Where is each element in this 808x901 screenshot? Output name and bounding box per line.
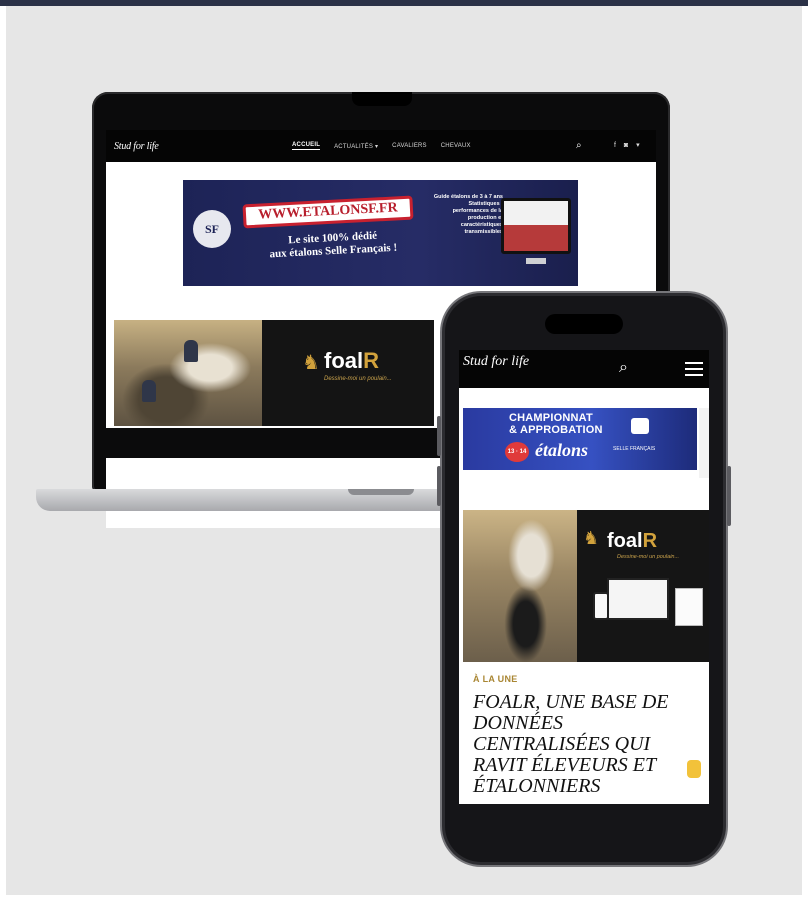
phone-navbar: Stud for life ⌕ (459, 350, 709, 388)
social-icons[interactable]: f ◙ ▾ (614, 141, 643, 149)
foalr-panel: ♞ foalR Dessine-moi un poulain... (577, 510, 709, 662)
devices-illustration (593, 574, 703, 638)
nav-item-accueil[interactable]: ACCUEIL (292, 142, 321, 150)
foalr-subtitle: Dessine-moi un poulain... (324, 376, 392, 382)
dynamic-island (545, 314, 623, 334)
foalr-logo: foalR (324, 348, 380, 373)
monitor-illustration (501, 198, 571, 254)
nav-item-actualites[interactable]: ACTUALITÉS ▾ (334, 143, 378, 150)
monitor-stand (526, 258, 546, 264)
sf-logo-icon (631, 418, 649, 434)
lock-icon (687, 760, 701, 778)
banner-side-text: Guide étalons de 3 à 7 ans Statistiques … (433, 194, 503, 235)
foalr-panel: ♞ foalR Dessine-moi un poulain... (262, 320, 434, 426)
phone-foalr-banner[interactable]: ♞ foalR Dessine-moi un poulain... (463, 510, 709, 662)
search-icon[interactable]: ⌕ (619, 359, 628, 377)
banner-etalons: étalons (535, 440, 589, 460)
horse-icon: ♞ (302, 352, 320, 374)
laptop-notch (352, 92, 412, 106)
banner-subtitle: SELLE FRANÇAIS (613, 446, 656, 452)
banner-date-badge: 13 · 14 (505, 442, 529, 462)
phone-screen: Stud for life ⌕ CHAMPIONNAT & APPROBATIO… (459, 350, 709, 804)
etalonsf-banner[interactable]: SF WWW.ETALONSF.FR Le site 100% dédié au… (183, 180, 578, 286)
foalr-banner[interactable]: ♞ foalR Dessine-moi un poulain... (114, 320, 434, 426)
search-icon[interactable]: ⌕ (576, 140, 582, 151)
foalr-logo: foalR (607, 530, 658, 552)
phone-device: Stud for life ⌕ CHAMPIONNAT & APPROBATIO… (437, 296, 731, 862)
phone-power-button (727, 466, 731, 526)
nav-links: ACCUEIL ACTUALITÉS ▾ CAVALIERS CHEVAUX (292, 130, 471, 162)
nav-item-chevaux[interactable]: CHEVAUX (441, 143, 471, 149)
side-ad-strip (699, 408, 709, 478)
site-navbar: Stud for life ACCUEIL ACTUALITÉS ▾ CAVAL… (106, 130, 656, 162)
foalr-subtitle: Dessine-moi un poulain... (617, 554, 680, 560)
site-logo[interactable]: Stud for life (114, 141, 159, 151)
phone-volume-button (437, 466, 441, 506)
laptop-groove (348, 489, 414, 495)
hamburger-menu-icon[interactable] (685, 362, 703, 380)
sf-badge-logo: SF (193, 210, 231, 248)
article-headline[interactable]: FOALR, UNE BASE DE DONNÉES CENTRALISÉES … (473, 692, 701, 797)
banner-tagline: Le site 100% dédié aux étalons Selle Fra… (242, 227, 423, 262)
horse-photo (463, 510, 577, 662)
section-kicker[interactable]: À LA UNE (473, 674, 518, 684)
nav-item-cavaliers[interactable]: CAVALIERS (392, 143, 427, 149)
phone-site-logo[interactable]: Stud for life (463, 355, 529, 369)
banner-url: WWW.ETALONSF.FR (242, 195, 414, 229)
horse-photo (114, 320, 262, 426)
horse-icon: ♞ (583, 528, 600, 548)
banner-title: CHAMPIONNAT & APPROBATION (509, 412, 603, 436)
championnat-banner[interactable]: CHAMPIONNAT & APPROBATION 13 · 14 étalon… (463, 408, 697, 470)
phone-volume-button (437, 416, 441, 456)
